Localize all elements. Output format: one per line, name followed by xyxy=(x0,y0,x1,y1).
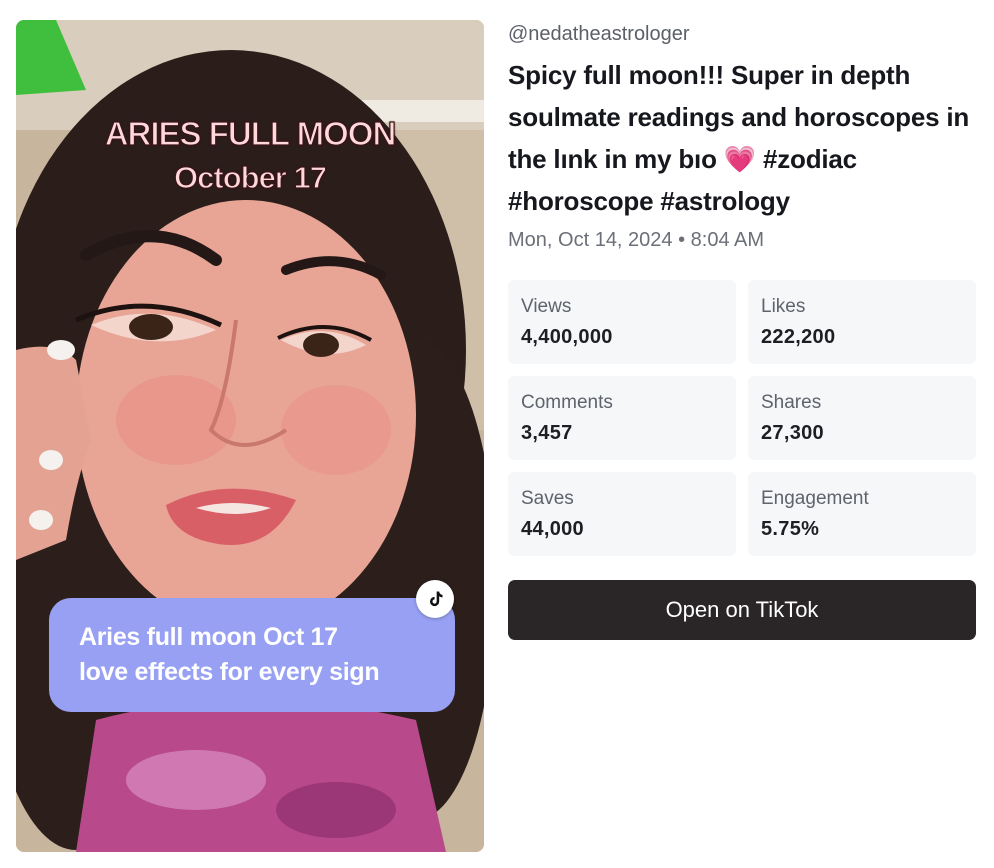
caption-bubble-line-2: love effects for every sign xyxy=(79,658,380,686)
stat-label: Engagement xyxy=(761,488,869,509)
stat-value: 5.75% xyxy=(761,518,820,540)
tiktok-logo-icon xyxy=(416,580,454,618)
video-caption-bubble: Aries full moon Oct 17 love effects for … xyxy=(49,598,455,712)
stat-label: Shares xyxy=(761,392,822,413)
post-details-panel: @nedatheastrologer Spicy full moon!!! Su… xyxy=(508,20,976,640)
stats-grid: Views 4,400,000 Likes 222,200 Comments 3… xyxy=(508,280,976,556)
video-thumbnail[interactable]: ARIES FULL MOON October 17 Aries full mo… xyxy=(16,20,484,852)
stat-value: 222,200 xyxy=(761,326,836,348)
stat-label: Views xyxy=(521,296,572,317)
stat-label: Likes xyxy=(761,296,806,317)
post-caption: Spicy full moon!!! Super in depth soulma… xyxy=(508,60,970,216)
stat-value: 3,457 xyxy=(521,422,573,444)
stat-value: 27,300 xyxy=(761,422,824,444)
stat-card-views: Views 4,400,000 xyxy=(508,280,736,364)
author-handle[interactable]: @nedatheastrologer xyxy=(508,20,976,48)
stat-value: 44,000 xyxy=(521,518,584,540)
stat-label: Comments xyxy=(521,392,613,413)
stat-card-saves: Saves 44,000 xyxy=(508,472,736,556)
open-on-tiktok-button[interactable]: Open on TikTok xyxy=(508,580,976,640)
video-overlay-title: ARIES FULL MOON xyxy=(104,114,397,152)
stat-card-shares: Shares 27,300 xyxy=(748,376,976,460)
video-overlay-date: October 17 xyxy=(173,159,327,195)
stat-card-engagement: Engagement 5.75% xyxy=(748,472,976,556)
stat-value: 4,400,000 xyxy=(521,326,613,348)
stat-card-comments: Comments 3,457 xyxy=(508,376,736,460)
stat-label: Saves xyxy=(521,488,574,509)
stat-card-likes: Likes 222,200 xyxy=(748,280,976,364)
post-date: Mon, Oct 14, 2024 • 8:04 AM xyxy=(508,229,765,251)
caption-bubble-line-1: Aries full moon Oct 17 xyxy=(79,623,338,651)
